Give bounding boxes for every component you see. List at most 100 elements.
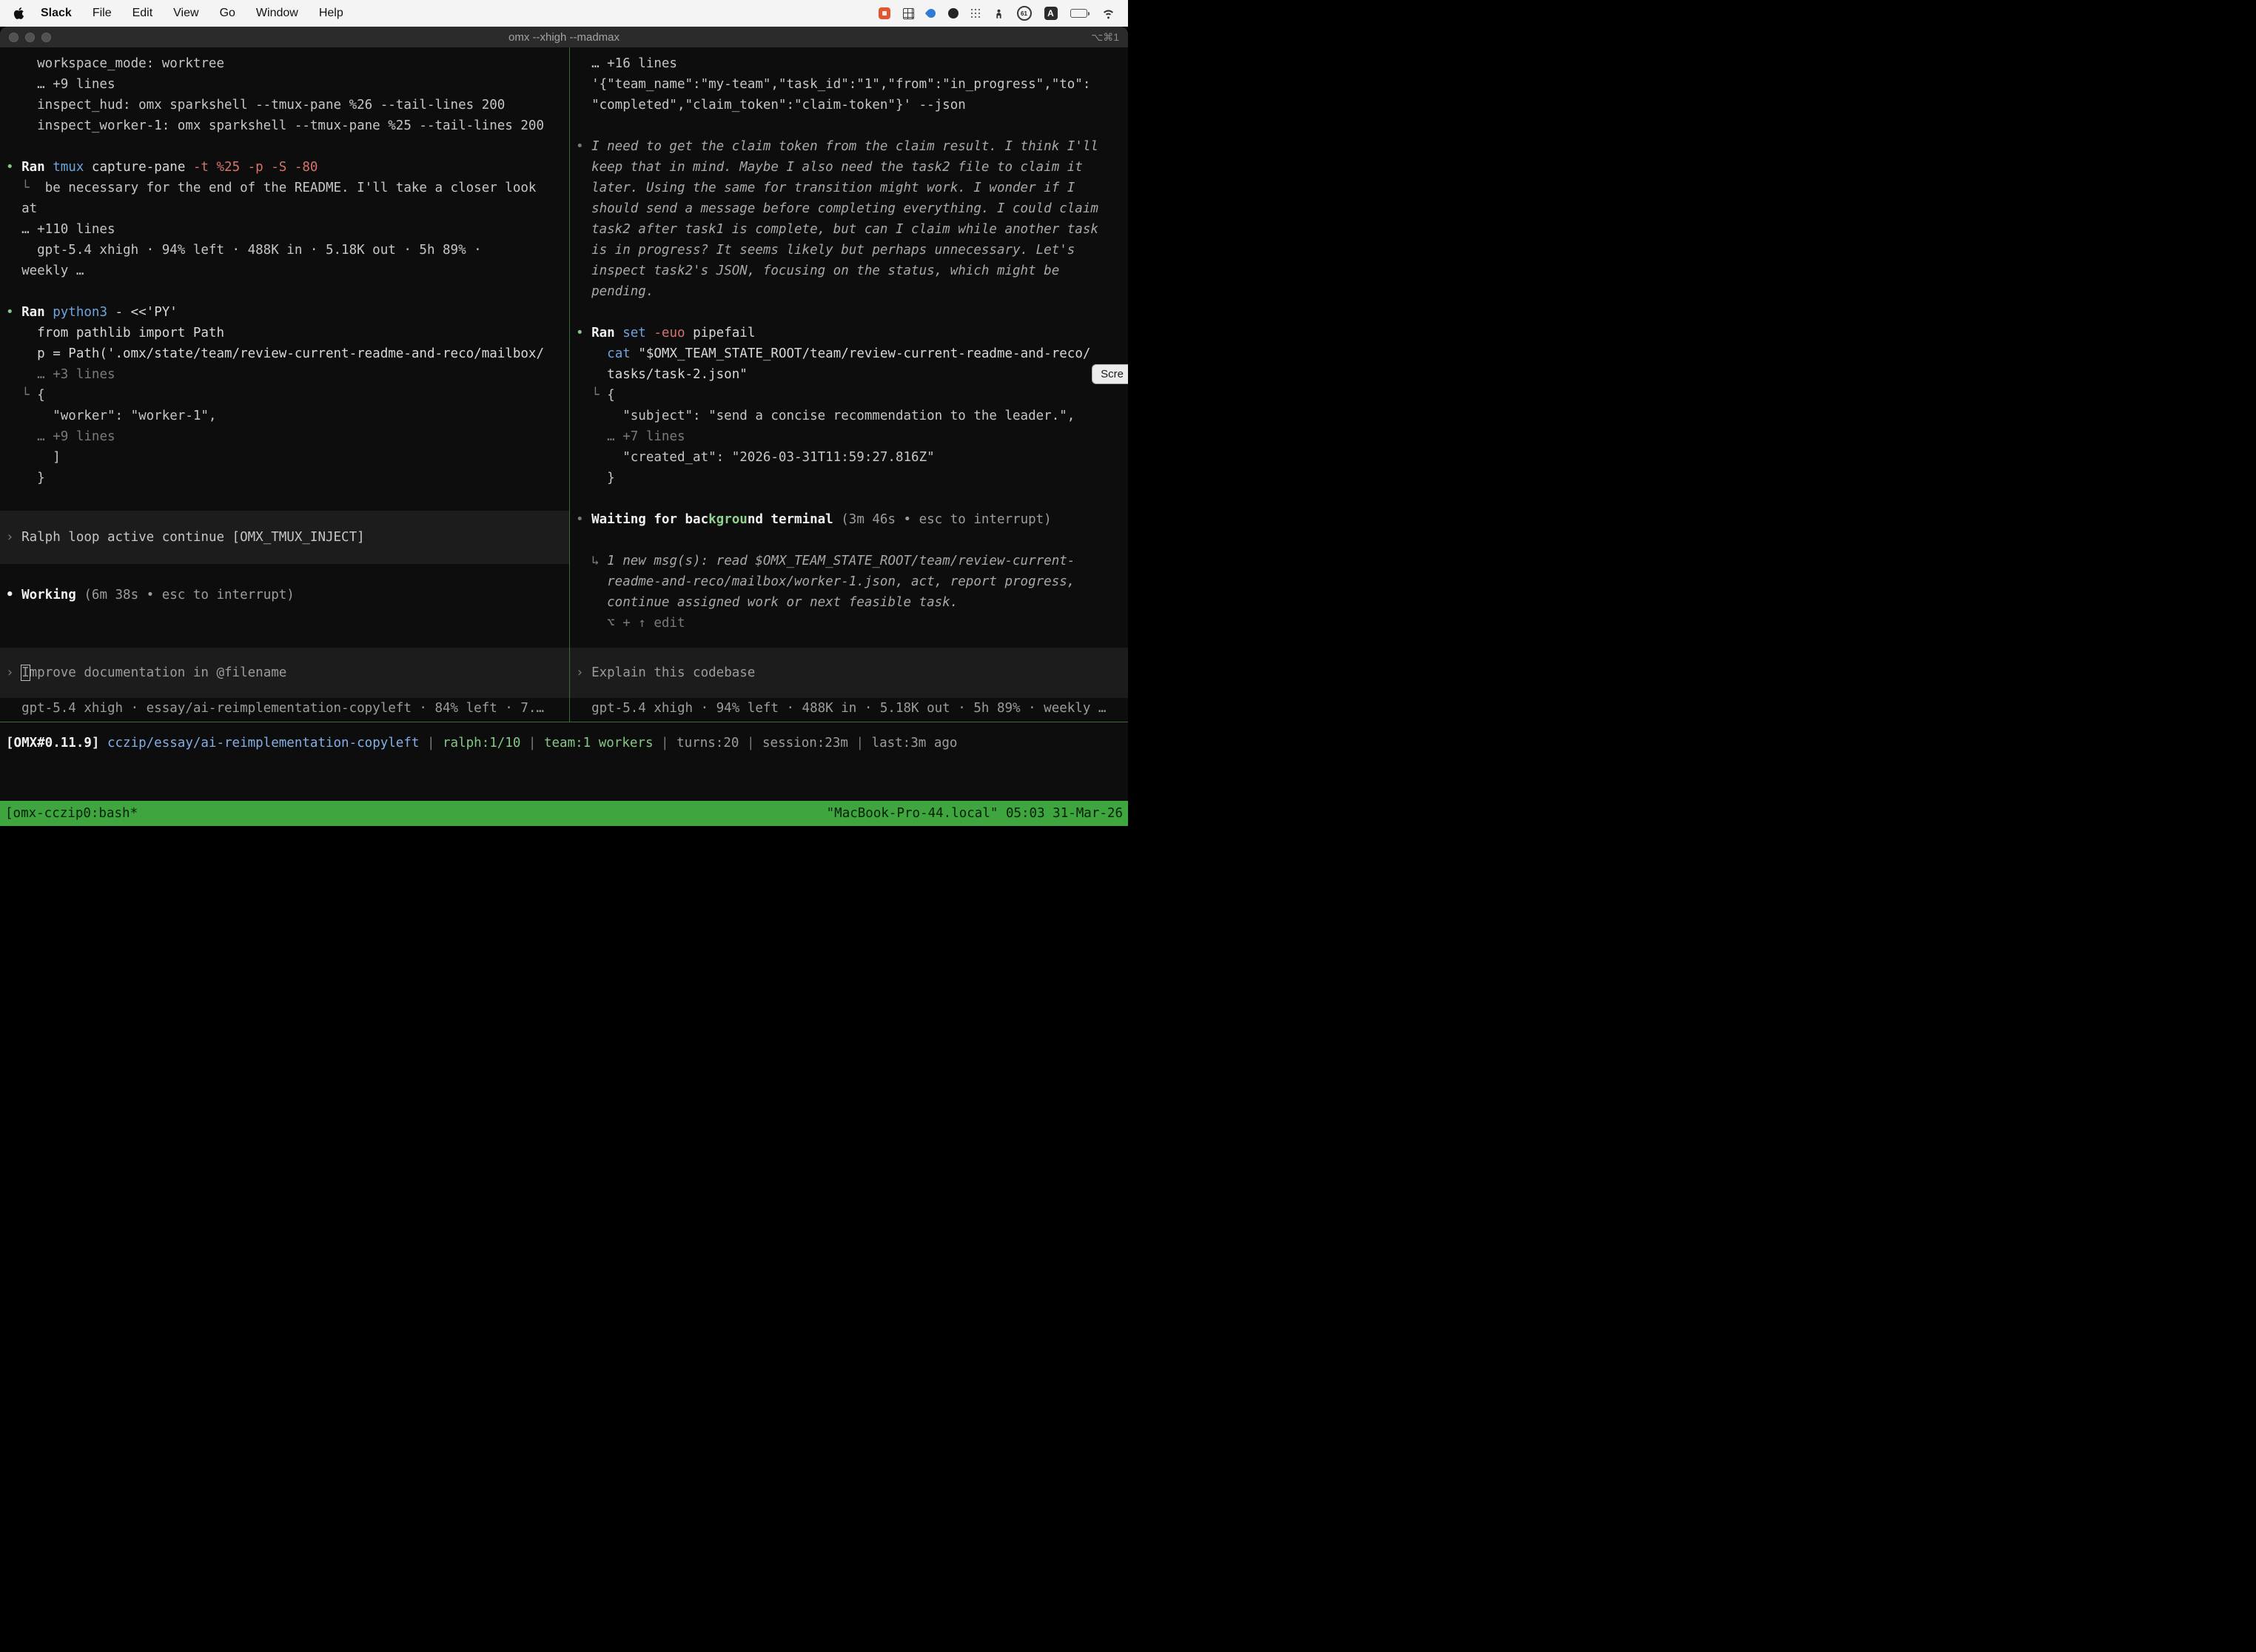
- text-span: '{"team_name":"my-team","task_id":"1","f…: [576, 77, 1090, 92]
- close-button[interactable]: [9, 33, 19, 42]
- window-title: omx --xhigh --madmax: [0, 31, 1128, 44]
- input-source-icon[interactable]: A: [1044, 7, 1058, 20]
- dots-grid-icon[interactable]: [971, 9, 981, 19]
- text-span: be necessary for the end of the README. …: [45, 181, 537, 195]
- terminal-line: inspect task2's JSON, focusing on the st…: [570, 261, 1128, 281]
- omx-hud-line: [OMX#0.11.9] cczip/essay/ai-reimplementa…: [0, 733, 1128, 753]
- text-span: •: [576, 139, 591, 154]
- text-span: "created_at": "2026-03-31T11:59:27.816Z": [576, 450, 935, 465]
- text-span: ralph:1/10: [443, 736, 520, 751]
- text-span: "worker": "worker-1",: [6, 409, 216, 423]
- composer-input[interactable]: › Explain this codebase: [570, 648, 1128, 698]
- battery-icon[interactable]: [1070, 9, 1090, 18]
- ran-python-line: • Ran python3 - <<'PY': [0, 302, 569, 323]
- menu-item-file[interactable]: File: [93, 7, 112, 20]
- droplet-icon[interactable]: [924, 7, 937, 20]
- text-span: … +7 lines: [607, 429, 685, 444]
- terminal-line: from pathlib import Path: [0, 323, 569, 343]
- text-span: "completed","claim_token":"claim-token"}…: [576, 98, 966, 113]
- text-span: [6, 567, 14, 582]
- text-span: "$OMX_TEAM_STATE_ROOT/team/review-curren…: [638, 346, 1090, 361]
- text-span: readme-and-reco/mailbox/worker-1.json, a…: [576, 574, 1075, 589]
- text-span: (3m 46s • esc to interrupt): [841, 512, 1051, 527]
- text-span: -euo: [654, 326, 693, 340]
- text-span: [576, 491, 584, 506]
- text-span: python3: [53, 305, 115, 320]
- text-span: gpt-5.4 xhigh · 94% left · 488K in · 5.1…: [576, 701, 1106, 716]
- screen-capture-popover[interactable]: Scre: [1092, 364, 1128, 384]
- text-span: workspace_mode: worktree: [6, 56, 224, 71]
- ralph-loop-banner[interactable]: › Ralph loop active continue [OMX_TMUX_I…: [0, 511, 569, 564]
- text-span: "subject": "send a concise recommendatio…: [576, 409, 1075, 423]
- text-span: inspect task2's JSON, focusing on the st…: [576, 263, 1059, 278]
- zoom-button[interactable]: [41, 33, 51, 42]
- terminal-line: └ {: [0, 385, 569, 406]
- menu-item-go[interactable]: Go: [220, 7, 235, 20]
- apple-menu-icon[interactable]: [13, 7, 24, 20]
- text-span: ⌥ + ↑ edit: [576, 616, 685, 631]
- text-span: |: [520, 736, 544, 751]
- pane-right-bottom: › Explain this codebase gpt-5.4 xhigh · …: [570, 646, 1128, 719]
- terminal-line: ⌥ + ↑ edit: [570, 613, 1128, 634]
- text-span: pending.: [576, 284, 654, 299]
- tmux-panes: workspace_mode: worktree … +9 lines insp…: [0, 47, 1128, 722]
- composer-input[interactable]: › Improve documentation in @filename: [0, 648, 569, 698]
- terminal-line: … +16 lines: [570, 53, 1128, 74]
- text-span: [576, 429, 607, 444]
- pane-left-bottom: › Improve documentation in @filename gpt…: [0, 646, 569, 719]
- pane-left-statusline: gpt-5.4 xhigh · essay/ai-reimplementatio…: [0, 698, 569, 719]
- tmux-status-bar: [omx-cczip0:bash* "MacBook-Pro-44.local"…: [0, 801, 1128, 826]
- text-span: last:3m ago: [872, 736, 958, 751]
- window-title-bar[interactable]: omx --xhigh --madmax ⌥⌘1: [0, 27, 1128, 47]
- terminal-line: inspect_worker-1: omx sparkshell --tmux-…: [0, 115, 569, 136]
- text-span: Working: [21, 588, 84, 602]
- tmux-pane-bottom[interactable]: [OMX#0.11.9] cczip/essay/ai-reimplementa…: [0, 722, 1128, 801]
- text-span: inspect_hud: omx sparkshell --tmux-pane …: [6, 98, 505, 113]
- text-span: }: [576, 471, 615, 486]
- text-span: mprove documentation in @filename: [30, 665, 287, 680]
- menu-item-help[interactable]: Help: [319, 7, 343, 20]
- text-span: ›: [6, 665, 21, 680]
- text-span: weekly …: [6, 263, 84, 278]
- mailbox-notice-line: ↳ 1 new msg(s): read $OMX_TEAM_STATE_ROO…: [570, 551, 1128, 571]
- text-span: -t %25 -p -S -80: [193, 160, 318, 175]
- pane-left-composer[interactable]: › Improve documentation in @filename: [0, 648, 569, 698]
- tmux-session-label: [omx-cczip0:bash*: [5, 806, 138, 821]
- text-span: … +16 lines: [576, 56, 677, 71]
- terminal-line: task2 after task1 is complete, but can I…: [570, 219, 1128, 240]
- screen-recording-stop-icon[interactable]: [879, 7, 890, 19]
- text-span: pipefail: [693, 326, 755, 340]
- tmux-pane-left[interactable]: workspace_mode: worktree … +9 lines insp…: [0, 47, 569, 722]
- terminal-line: gpt-5.4 xhigh · 94% left · 488K in · 5.1…: [0, 240, 569, 261]
- text-span: gpt-5.4 xhigh · 94% left · 488K in · 5.1…: [6, 243, 482, 258]
- wifi-icon[interactable]: [1102, 8, 1115, 19]
- terminal-line: later. Using the same for transition mig…: [570, 178, 1128, 198]
- menu-item-edit[interactable]: Edit: [132, 7, 153, 20]
- terminal-line: [0, 281, 569, 302]
- grid-icon[interactable]: [903, 8, 914, 19]
- text-span: [6, 491, 14, 506]
- text-span: [6, 429, 37, 444]
- text-span: I need to get the claim token from the c…: [591, 139, 1098, 154]
- terminal-line: … +110 lines: [0, 219, 569, 240]
- text-span: {: [607, 388, 615, 403]
- figure-icon[interactable]: [993, 8, 1004, 19]
- text-span: [6, 139, 14, 154]
- text-span: └: [6, 388, 37, 403]
- text-span: session:23m: [762, 736, 848, 751]
- dark-circle-icon[interactable]: [948, 8, 959, 19]
- terminal-line: tasks/task-2.json": [570, 364, 1128, 385]
- text-span: tasks/task-2.json": [576, 367, 748, 382]
- ran-set-line: • Ran set -euo pipefail: [570, 323, 1128, 343]
- pane-right-composer[interactable]: › Explain this codebase: [570, 648, 1128, 698]
- menu-item-view[interactable]: View: [173, 7, 198, 20]
- minimize-button[interactable]: [25, 33, 35, 42]
- terminal-line: … +9 lines: [0, 74, 569, 95]
- battery-percent-badge[interactable]: 61: [1017, 6, 1032, 21]
- active-app-name[interactable]: Slack: [41, 7, 72, 20]
- terminal-line: [570, 302, 1128, 323]
- tmux-pane-right[interactable]: … +16 lines '{"team_name":"my-team","tas…: [569, 47, 1128, 722]
- menu-item-window[interactable]: Window: [256, 7, 298, 20]
- text-span: set: [622, 326, 654, 340]
- text-span: Ran: [591, 326, 622, 340]
